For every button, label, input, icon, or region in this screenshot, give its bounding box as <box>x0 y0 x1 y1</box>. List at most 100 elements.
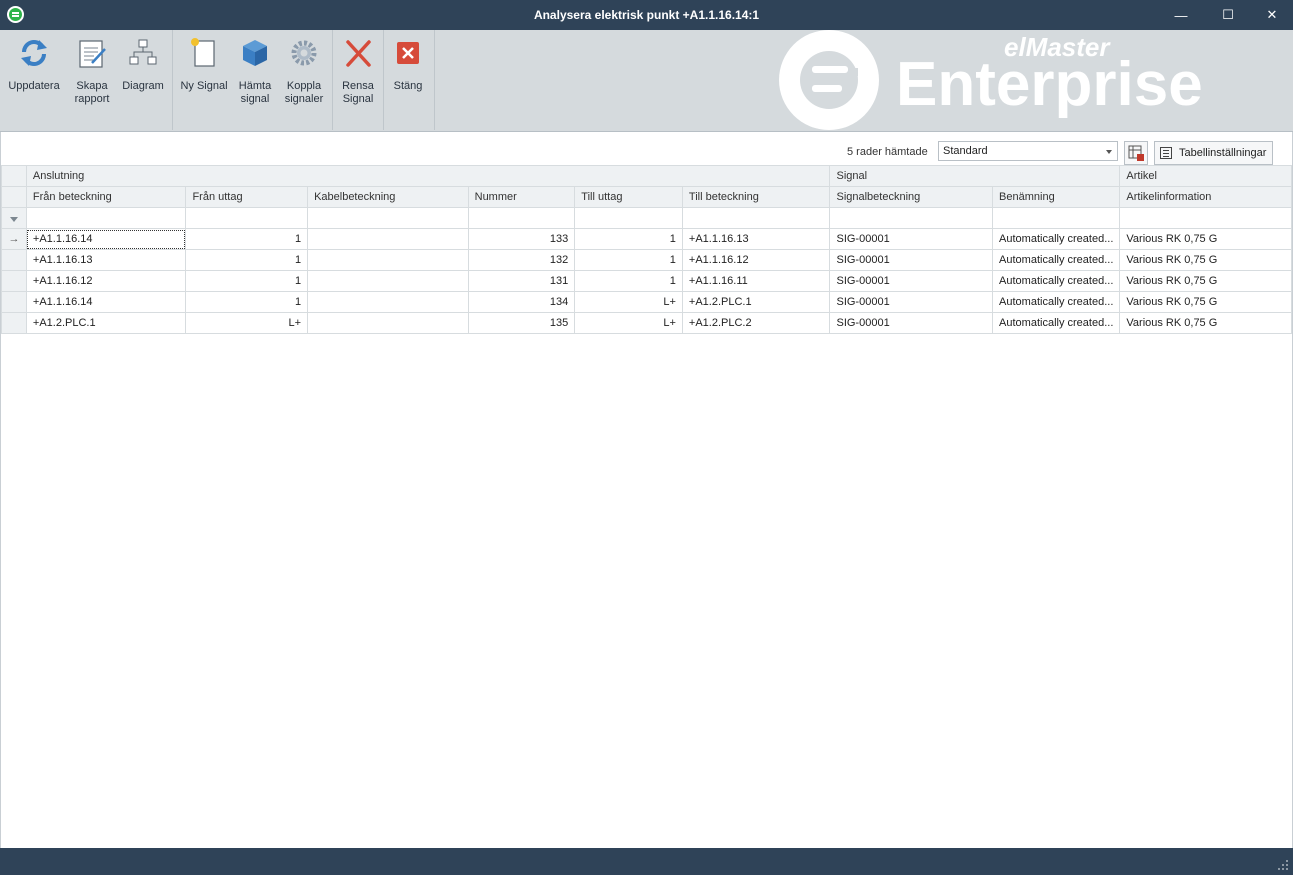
cell-kabelbeteckning[interactable] <box>307 291 469 313</box>
close-window-button[interactable]: ✕ <box>1249 0 1293 30</box>
skapa-rapport-button[interactable]: Skapa rapport <box>66 30 118 130</box>
band-artikel[interactable]: Artikel <box>1119 165 1292 187</box>
cell-benamning[interactable]: Automatically created... <box>992 312 1121 334</box>
cell-benamning[interactable]: Automatically created... <box>992 270 1121 292</box>
cell-nummer[interactable]: 131 <box>467 270 576 292</box>
cell-artikelinformation[interactable]: Various RK 0,75 G <box>1119 228 1292 250</box>
filter-cell-till-beteckning[interactable] <box>681 207 831 229</box>
cell-fran-beteckning[interactable]: +A1.1.16.14 <box>25 291 187 313</box>
cell-fran-beteckning[interactable]: +A1.2.PLC.1 <box>25 312 187 334</box>
diagram-button[interactable]: Diagram <box>119 30 167 130</box>
column-header-fran-beteckning[interactable]: Från beteckning <box>25 186 187 208</box>
filter-cell-benamning[interactable] <box>992 207 1121 229</box>
elmaster-enterprise-logo: elMaster Enterprise <box>779 30 1203 130</box>
cell-till-uttag[interactable]: L+ <box>574 291 683 313</box>
cell-fran-uttag[interactable]: 1 <box>185 228 309 250</box>
cell-till-beteckning[interactable]: +A1.1.16.12 <box>681 249 831 271</box>
resize-grip-icon[interactable] <box>1278 860 1288 870</box>
filter-cell-till-uttag[interactable] <box>574 207 683 229</box>
filter-icon <box>9 217 18 222</box>
cell-till-beteckning[interactable]: +A1.1.16.13 <box>681 228 831 250</box>
cell-fran-beteckning[interactable]: +A1.1.16.13 <box>25 249 187 271</box>
cell-signalbeteckning[interactable]: SIG-00001 <box>829 228 994 250</box>
save-layout-button[interactable] <box>1124 141 1148 165</box>
cell-till-uttag[interactable]: 1 <box>574 270 683 292</box>
maximize-button[interactable]: ☐ <box>1205 0 1251 30</box>
filter-cell-fran-beteckning[interactable] <box>25 207 187 229</box>
filter-cell-nummer[interactable] <box>467 207 576 229</box>
filter-cell-kabelbeteckning[interactable] <box>307 207 469 229</box>
column-header-kabelbeteckning[interactable]: Kabelbeteckning <box>307 186 469 208</box>
minimize-button[interactable]: — <box>1158 0 1204 30</box>
cell-benamning[interactable]: Automatically created... <box>992 291 1121 313</box>
column-header-nummer[interactable]: Nummer <box>467 186 576 208</box>
cell-artikelinformation[interactable]: Various RK 0,75 G <box>1119 249 1292 271</box>
cell-fran-beteckning[interactable]: +A1.1.16.12 <box>25 270 187 292</box>
filter-cell-artikelinformation[interactable] <box>1119 207 1292 229</box>
row-indicator-cell[interactable] <box>1 291 27 313</box>
stang-button[interactable]: Stäng <box>388 30 428 130</box>
row-indicator-cell[interactable] <box>1 270 27 292</box>
cell-till-beteckning[interactable]: +A1.2.PLC.1 <box>681 291 831 313</box>
cell-kabelbeteckning[interactable] <box>307 312 469 334</box>
koppla-signaler-label: Koppla signaler <box>280 80 328 106</box>
cell-benamning[interactable]: Automatically created... <box>992 228 1121 250</box>
cell-fran-uttag[interactable]: 1 <box>185 249 309 271</box>
cell-till-beteckning[interactable]: +A1.2.PLC.2 <box>681 312 831 334</box>
row-indicator-cell[interactable]: → <box>1 228 27 250</box>
cell-signalbeteckning[interactable]: SIG-00001 <box>829 249 994 271</box>
table-row[interactable]: +A1.1.16.13 1 132 1 +A1.1.16.12 SIG-00001 Auto… <box>1 249 1292 271</box>
cell-fran-uttag[interactable]: L+ <box>185 312 309 334</box>
cell-till-uttag[interactable]: 1 <box>574 249 683 271</box>
koppla-signaler-button[interactable]: Koppla signaler <box>280 30 328 130</box>
cell-till-uttag[interactable]: L+ <box>574 312 683 334</box>
cell-signalbeteckning[interactable]: SIG-00001 <box>829 291 994 313</box>
table-row[interactable]: +A1.1.16.14 1 134 L+ +A1.2.PLC.1 SIG-00001 Aut… <box>1 291 1292 313</box>
cell-nummer[interactable]: 134 <box>467 291 576 313</box>
cell-fran-beteckning[interactable]: +A1.1.16.14 <box>25 228 187 250</box>
rensa-signal-button[interactable]: Rensa Signal <box>336 30 380 130</box>
filter-cell-fran-uttag[interactable] <box>185 207 309 229</box>
table-row[interactable]: → +A1.1.16.14 1 133 1 +A1.1.16.13 SIG-00001 Aut… <box>1 228 1292 250</box>
cell-artikelinformation[interactable]: Various RK 0,75 G <box>1119 312 1292 334</box>
uppdatera-button[interactable]: Uppdatera <box>5 30 63 130</box>
cell-kabelbeteckning[interactable] <box>307 249 469 271</box>
column-header-artikelinformation[interactable]: Artikelinformation <box>1119 186 1292 208</box>
save-layout-icon <box>1128 145 1144 161</box>
cell-nummer[interactable]: 133 <box>467 228 576 250</box>
cell-signalbeteckning[interactable]: SIG-00001 <box>829 270 994 292</box>
band-header-row: Anslutning Signal Artikel <box>1 165 1292 187</box>
cell-benamning[interactable]: Automatically created... <box>992 249 1121 271</box>
band-anslutning[interactable]: Anslutning <box>25 165 831 187</box>
cell-signalbeteckning[interactable]: SIG-00001 <box>829 312 994 334</box>
column-header-till-beteckning[interactable]: Till beteckning <box>681 186 831 208</box>
cell-nummer[interactable]: 132 <box>467 249 576 271</box>
refresh-icon <box>21 40 47 66</box>
column-header-till-uttag[interactable]: Till uttag <box>574 186 683 208</box>
skapa-rapport-line1: Skapa <box>76 80 108 92</box>
cell-kabelbeteckning[interactable] <box>307 228 469 250</box>
ny-signal-button[interactable]: Ny Signal <box>177 30 231 130</box>
table-row[interactable]: +A1.2.PLC.1 L+ 135 L+ +A1.2.PLC.2 SIG-00001 Au… <box>1 312 1292 334</box>
cell-artikelinformation[interactable]: Various RK 0,75 G <box>1119 291 1292 313</box>
close-icon <box>397 42 419 64</box>
cell-nummer[interactable]: 135 <box>467 312 576 334</box>
table-settings-button[interactable]: Tabellinställningar <box>1154 141 1273 165</box>
cell-till-beteckning[interactable]: +A1.1.16.11 <box>681 270 831 292</box>
row-indicator-cell[interactable] <box>1 312 27 334</box>
cell-fran-uttag[interactable]: 1 <box>185 270 309 292</box>
layout-dropdown[interactable]: Standard <box>938 141 1118 161</box>
column-header-benamning[interactable]: Benämning <box>992 186 1121 208</box>
table-row[interactable]: +A1.1.16.12 1 131 1 +A1.1.16.11 SIG-00001 Auto… <box>1 270 1292 292</box>
ribbon-toolbar: Uppdatera Skapa rapport Diagram Ny Signal <box>0 30 1293 132</box>
column-header-fran-uttag[interactable]: Från uttag <box>185 186 309 208</box>
cell-fran-uttag[interactable]: 1 <box>185 291 309 313</box>
cell-till-uttag[interactable]: 1 <box>574 228 683 250</box>
cell-artikelinformation[interactable]: Various RK 0,75 G <box>1119 270 1292 292</box>
band-signal[interactable]: Signal <box>829 165 1121 187</box>
hamta-signal-button[interactable]: Hämta signal <box>233 30 277 130</box>
column-header-signalbeteckning[interactable]: Signalbeteckning <box>829 186 994 208</box>
filter-cell-signalbeteckning[interactable] <box>829 207 994 229</box>
cell-kabelbeteckning[interactable] <box>307 270 469 292</box>
row-indicator-cell[interactable] <box>1 249 27 271</box>
